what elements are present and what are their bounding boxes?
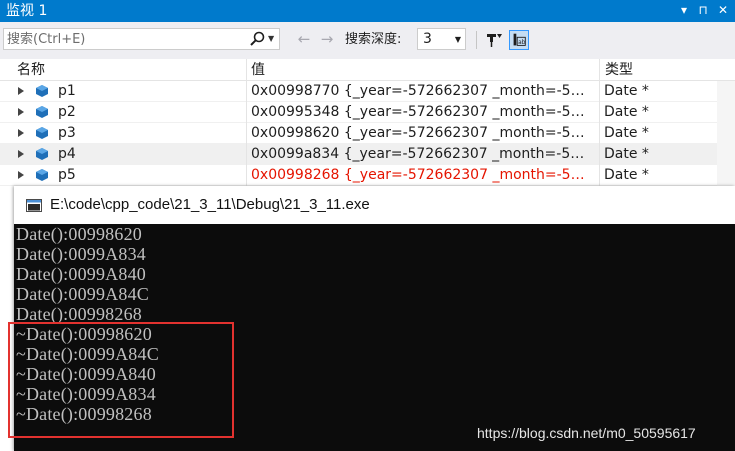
console-line: Date():0099A840 bbox=[16, 264, 146, 284]
grid-header: 名称 值 类型 bbox=[0, 59, 735, 81]
column-header-type[interactable]: 类型 bbox=[605, 61, 633, 79]
search-box[interactable]: ▼ bbox=[3, 28, 280, 50]
search-icon[interactable] bbox=[247, 30, 267, 48]
chevron-down-icon: ▼ bbox=[454, 35, 461, 44]
column-header-name[interactable]: 名称 bbox=[17, 61, 45, 79]
search-depth-select[interactable]: 3 ▼ bbox=[417, 28, 466, 50]
toolbar-separator bbox=[476, 31, 477, 49]
watch-row-value-changed: 0x00998268 {_year=-572662307 _month=-572… bbox=[251, 167, 591, 183]
console-line: Date():0099A834 bbox=[16, 244, 146, 264]
cell-divider bbox=[599, 102, 600, 123]
watch-row-value: 0x00998770 {_year=-572662307 _month=-572… bbox=[251, 83, 591, 99]
watch-row[interactable]: p5 0x00998268 {_year=-572662307 _month=-… bbox=[0, 165, 735, 186]
console-line: Date():00998620 bbox=[16, 224, 142, 244]
watch-row-name: p1 bbox=[58, 83, 76, 99]
watch-title: 监视 1 bbox=[6, 3, 48, 19]
console-title-bar: E:\code\cpp_code\21_3_11\Debug\21_3_11.e… bbox=[14, 186, 735, 224]
watch-row-name: p4 bbox=[58, 146, 76, 162]
console-line: Date():00998268 bbox=[16, 304, 142, 324]
search-depth-label: 搜索深度: bbox=[345, 32, 402, 47]
svg-text:ab: ab bbox=[518, 40, 526, 46]
close-button[interactable]: ✕ bbox=[714, 1, 732, 19]
expand-arrow-icon[interactable] bbox=[18, 87, 24, 95]
expand-arrow-icon[interactable] bbox=[18, 171, 24, 179]
cell-divider bbox=[246, 165, 247, 186]
watch-row-name: p2 bbox=[58, 104, 76, 120]
watch-row-type: Date * bbox=[604, 83, 649, 99]
object-cube-icon bbox=[36, 85, 48, 97]
cell-divider bbox=[246, 81, 247, 102]
cell-divider bbox=[246, 102, 247, 123]
watch-row-value: 0x00995348 {_year=-572662307 _month=-572… bbox=[251, 104, 591, 120]
pin-filter-icon[interactable] bbox=[484, 30, 504, 50]
watch-row-selected[interactable]: p4 0x0099a834 {_year=-572662307 _month=-… bbox=[0, 144, 735, 165]
search-back-arrow-icon[interactable]: ← bbox=[295, 30, 313, 48]
expand-arrow-icon[interactable] bbox=[18, 108, 24, 116]
search-options-chevron-icon[interactable]: ▼ bbox=[268, 30, 278, 48]
cell-divider bbox=[246, 144, 247, 165]
console-line: Date():0099A84C bbox=[16, 284, 149, 304]
search-forward-arrow-icon[interactable]: → bbox=[318, 30, 336, 48]
watch-row-type: Date * bbox=[604, 125, 649, 141]
object-cube-icon bbox=[36, 106, 48, 118]
column-divider[interactable] bbox=[246, 59, 247, 81]
search-depth-value: 3 bbox=[423, 31, 432, 47]
object-cube-icon bbox=[36, 127, 48, 139]
watch-row-type: Date * bbox=[604, 167, 649, 183]
column-divider[interactable] bbox=[599, 59, 600, 81]
window-menu-button[interactable]: ▾ bbox=[675, 1, 693, 19]
watermark: https://blog.csdn.net/m0_50595617 bbox=[477, 425, 696, 441]
expand-arrow-icon[interactable] bbox=[18, 129, 24, 137]
vertical-scrollbar[interactable] bbox=[717, 81, 735, 189]
watch-row-value: 0x0099a834 {_year=-572662307 _month=-572… bbox=[251, 146, 591, 162]
watch-toolbar: ▼ ← → 搜索深度: 3 ▼ ab bbox=[0, 22, 735, 59]
hex-display-toggle-icon[interactable]: ab bbox=[509, 30, 529, 50]
cell-divider bbox=[599, 165, 600, 186]
watch-grid: 名称 值 类型 p1 0x00998770 {_year=-572662307 … bbox=[0, 59, 735, 189]
watch-row-value: 0x00998620 {_year=-572662307 _month=-572… bbox=[251, 125, 591, 141]
search-input[interactable] bbox=[7, 30, 242, 48]
console-title: E:\code\cpp_code\21_3_11\Debug\21_3_11.e… bbox=[50, 196, 370, 213]
cell-divider bbox=[246, 123, 247, 144]
column-header-value[interactable]: 值 bbox=[251, 61, 265, 79]
watch-title-bar: 监视 1 ▾ ⊓ ✕ bbox=[0, 0, 735, 22]
watch-row-name: p5 bbox=[58, 167, 76, 183]
cell-divider bbox=[599, 81, 600, 102]
watch-row[interactable]: p3 0x00998620 {_year=-572662307 _month=-… bbox=[0, 123, 735, 144]
object-cube-icon bbox=[36, 148, 48, 160]
object-cube-icon bbox=[36, 169, 48, 181]
cell-divider bbox=[599, 123, 600, 144]
watch-row-type: Date * bbox=[604, 146, 649, 162]
watch-row[interactable]: p2 0x00995348 {_year=-572662307 _month=-… bbox=[0, 102, 735, 123]
expand-arrow-icon[interactable] bbox=[18, 150, 24, 158]
console-app-icon bbox=[26, 199, 42, 212]
watch-row-type: Date * bbox=[604, 104, 649, 120]
annotation-highlight-box bbox=[8, 322, 234, 438]
pin-button[interactable]: ⊓ bbox=[694, 1, 712, 19]
watch-row-name: p3 bbox=[58, 125, 76, 141]
cell-divider bbox=[599, 144, 600, 165]
watch-row[interactable]: p1 0x00998770 {_year=-572662307 _month=-… bbox=[0, 81, 735, 102]
